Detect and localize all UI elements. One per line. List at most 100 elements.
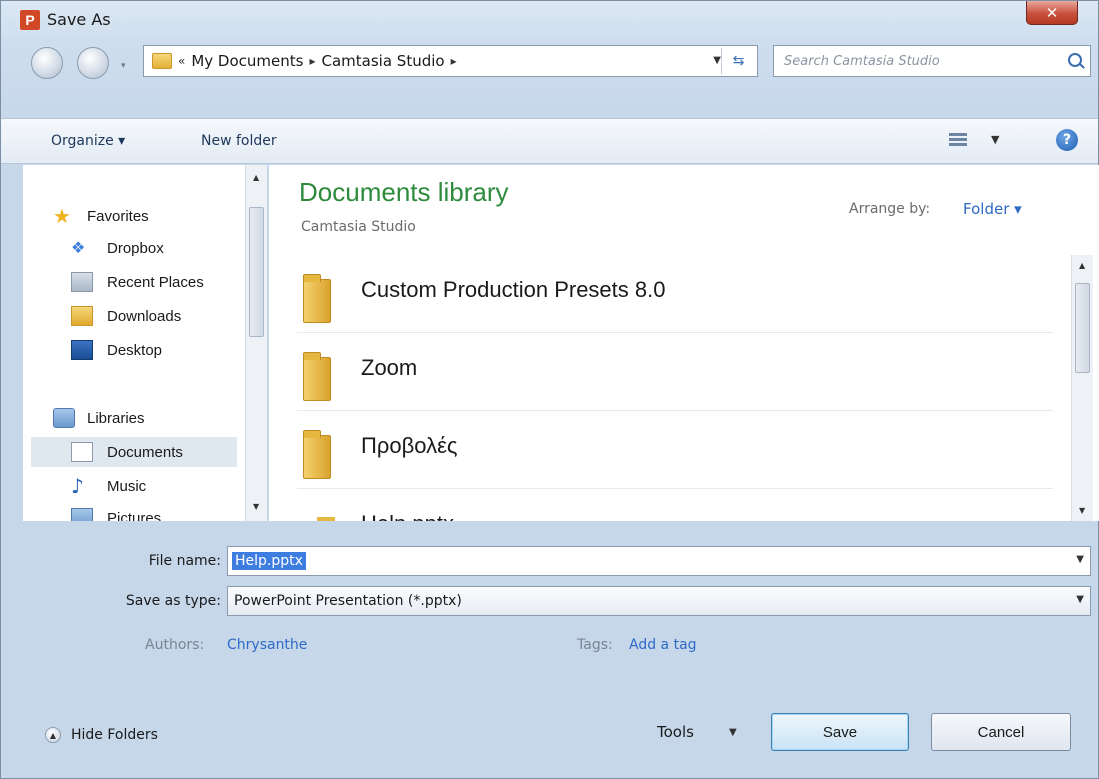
file-name-label: File name:: [148, 553, 221, 569]
breadcrumb-overflow[interactable]: «: [178, 54, 185, 68]
address-bar[interactable]: « My Documents ▸ Camtasia Studio ▸ ▼: [143, 45, 758, 77]
tools-button[interactable]: Tools: [657, 723, 694, 741]
sidebar-item-downloads[interactable]: Downloads: [23, 301, 237, 331]
help-icon[interactable]: ?: [1056, 129, 1078, 151]
save-as-type-select[interactable]: PowerPoint Presentation (*.pptx) ▼: [227, 586, 1091, 616]
forward-button[interactable]: [77, 47, 109, 79]
tags-value[interactable]: Add a tag: [629, 637, 697, 653]
cancel-button[interactable]: Cancel: [931, 713, 1071, 751]
breadcrumb-separator[interactable]: ▸: [451, 54, 457, 68]
sidebar-item-label: Downloads: [107, 307, 182, 325]
pictures-icon: [71, 508, 93, 521]
scroll-down-icon[interactable]: ▼: [253, 502, 259, 511]
file-name-input[interactable]: Help.pptx: [232, 552, 306, 570]
file-name: Προβολές: [361, 433, 458, 458]
sidebar-item-label: Dropbox: [107, 239, 164, 257]
file-name-field[interactable]: Help.pptx ▼: [227, 546, 1091, 576]
list-item[interactable]: Zoom: [297, 333, 1053, 411]
scroll-down-icon[interactable]: ▼: [1079, 506, 1085, 515]
sidebar-item-dropbox[interactable]: ❖ Dropbox: [23, 233, 237, 263]
sidebar-item-favorites[interactable]: ★ Favorites: [23, 201, 237, 231]
back-button[interactable]: [31, 47, 63, 79]
file-name: Help.pptx: [361, 511, 454, 521]
scroll-up-icon[interactable]: ▲: [253, 173, 259, 182]
recent-places-icon: [71, 272, 93, 292]
search-box[interactable]: [773, 45, 1091, 77]
library-title: Documents library: [299, 177, 509, 207]
view-options-dropdown-icon[interactable]: ▼: [991, 133, 999, 146]
search-input[interactable]: [784, 53, 1044, 69]
tags-label: Tags:: [577, 637, 613, 653]
list-item[interactable]: Help.pptx: [297, 489, 1053, 521]
authors-label: Authors:: [145, 637, 205, 653]
save-as-type-dropdown-icon[interactable]: ▼: [1076, 594, 1084, 605]
list-item[interactable]: Προβολές: [297, 411, 1053, 489]
hide-folders-button[interactable]: ▲ Hide Folders: [45, 727, 158, 743]
documents-icon: [71, 442, 93, 462]
change-view-icon[interactable]: [949, 133, 967, 149]
music-icon: ♪: [71, 474, 84, 498]
sidebar-item-label: Desktop: [107, 341, 163, 359]
window-title: Save As: [47, 10, 111, 29]
save-as-dialog: P Save As ✕ ▾ « My Documents ▸ Camtasia …: [0, 0, 1099, 779]
navigation-pane-scrollbar[interactable]: ▲ ▼: [245, 165, 267, 521]
folder-icon: [303, 274, 331, 323]
recent-pages-dropdown-icon[interactable]: ▾: [121, 61, 126, 71]
sidebar-item-libraries[interactable]: Libraries: [23, 403, 237, 433]
authors-value[interactable]: Chrysanthe: [227, 637, 307, 653]
arrange-by-label: Arrange by:: [849, 201, 931, 217]
file-name: Zoom: [361, 355, 418, 380]
refresh-icon[interactable]: ⇆: [721, 48, 755, 74]
sidebar-item-label: Libraries: [87, 409, 145, 427]
libraries-icon: [53, 408, 75, 428]
dropbox-icon: ❖: [71, 238, 86, 257]
sidebar-item-pictures[interactable]: Pictures: [23, 503, 237, 521]
breadcrumb-separator[interactable]: ▸: [309, 54, 315, 68]
command-bar: Organize ▾ New folder ▼ ?: [1, 118, 1098, 164]
scrollbar-thumb[interactable]: [1075, 283, 1090, 373]
sidebar-item-label: Favorites: [87, 207, 149, 225]
sidebar-item-label: Recent Places: [107, 273, 204, 291]
title-bar: P Save As ✕: [1, 1, 1098, 41]
sidebar-item-label: Pictures: [107, 509, 162, 522]
content-scrollbar[interactable]: ▲ ▼: [1071, 255, 1093, 521]
sidebar-item-recent-places[interactable]: Recent Places: [23, 267, 237, 297]
list-item[interactable]: Custom Production Presets 8.0: [297, 255, 1053, 333]
hide-folders-label: Hide Folders: [71, 727, 158, 743]
close-button[interactable]: ✕: [1026, 1, 1078, 25]
sidebar-item-desktop[interactable]: Desktop: [23, 335, 237, 365]
star-icon: ★: [53, 204, 71, 228]
folder-icon: [303, 430, 331, 479]
downloads-folder-icon: [71, 306, 93, 326]
content-pane: Documents library Camtasia Studio Arrang…: [269, 165, 1099, 521]
sidebar-item-label: Documents: [107, 443, 183, 461]
scroll-up-icon[interactable]: ▲: [1079, 261, 1085, 270]
sidebar-item-documents[interactable]: Documents: [31, 437, 237, 467]
folder-icon: [152, 53, 172, 69]
sidebar-item-music[interactable]: ♪ Music: [23, 471, 237, 501]
sidebar-item-label: Music: [107, 477, 147, 495]
tools-dropdown-icon[interactable]: ▼: [729, 727, 737, 738]
library-subtitle: Camtasia Studio: [301, 219, 416, 235]
breadcrumb-my-documents[interactable]: My Documents: [191, 52, 303, 70]
address-dropdown-icon[interactable]: ▼: [713, 55, 721, 66]
arrange-by-dropdown[interactable]: Folder ▾: [963, 200, 1022, 218]
save-as-type-label: Save as type:: [125, 593, 221, 609]
navigation-bar: ▾ « My Documents ▸ Camtasia Studio ▸ ▼ ⇆: [1, 41, 1098, 87]
scrollbar-thumb[interactable]: [249, 207, 264, 337]
desktop-icon: [71, 340, 93, 360]
folder-icon: [303, 352, 331, 401]
save-button[interactable]: Save: [771, 713, 909, 751]
file-name: Custom Production Presets 8.0: [361, 277, 666, 302]
breadcrumb-camtasia-studio[interactable]: Camtasia Studio: [322, 52, 445, 70]
save-as-type-value: PowerPoint Presentation (*.pptx): [234, 593, 462, 609]
organize-button[interactable]: Organize ▾: [51, 133, 125, 149]
search-icon[interactable]: [1068, 53, 1082, 67]
new-folder-button[interactable]: New folder: [201, 133, 277, 149]
pptx-file-icon: [317, 517, 335, 521]
navigation-pane: ★ Favorites ❖ Dropbox Recent Places Down…: [23, 165, 267, 521]
file-list: Custom Production Presets 8.0 Zoom Προβο…: [297, 255, 1053, 521]
file-name-dropdown-icon[interactable]: ▼: [1076, 554, 1084, 565]
powerpoint-app-icon: P: [20, 10, 40, 30]
collapse-icon: ▲: [45, 727, 61, 743]
